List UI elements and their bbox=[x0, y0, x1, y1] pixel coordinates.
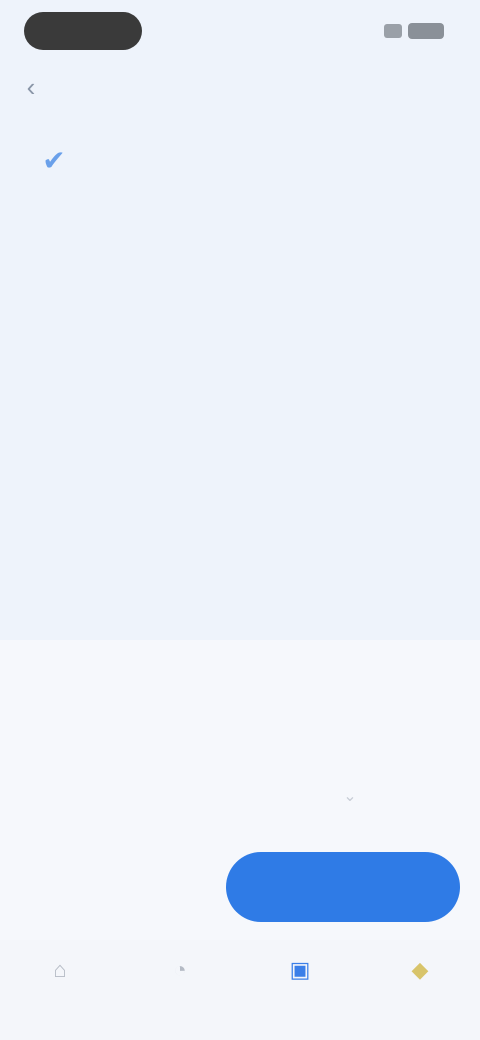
home-icon: ⌂ bbox=[53, 957, 67, 982]
ballot-icon: ✔ bbox=[42, 144, 66, 176]
battery-icon bbox=[408, 23, 444, 39]
tab-chat[interactable]: ◔ bbox=[120, 940, 240, 1040]
status-bar bbox=[0, 0, 480, 60]
chevron-down-icon: ⌄ bbox=[343, 788, 357, 805]
status-indicators bbox=[354, 20, 444, 42]
tab-bar: ⌂ ◔ ▣ ◆ bbox=[0, 940, 480, 1040]
signal-icon bbox=[384, 24, 402, 38]
tab-notifications[interactable]: ◆ bbox=[360, 940, 480, 1040]
tab-home[interactable]: ⌂ bbox=[0, 940, 120, 1040]
submit-vote-button[interactable] bbox=[226, 852, 460, 922]
vote-icon: ▣ bbox=[289, 957, 311, 982]
vote-panel: ⌄ bbox=[0, 640, 480, 940]
bell-icon: ◆ bbox=[411, 957, 429, 982]
main-content: ✔ bbox=[22, 140, 458, 208]
page-header: ‹ bbox=[0, 62, 480, 112]
status-pill bbox=[24, 12, 142, 50]
chat-icon: ◔ bbox=[173, 957, 187, 982]
tab-vote[interactable]: ▣ bbox=[240, 940, 360, 1040]
chevron-left-icon[interactable]: ‹ bbox=[16, 72, 46, 102]
